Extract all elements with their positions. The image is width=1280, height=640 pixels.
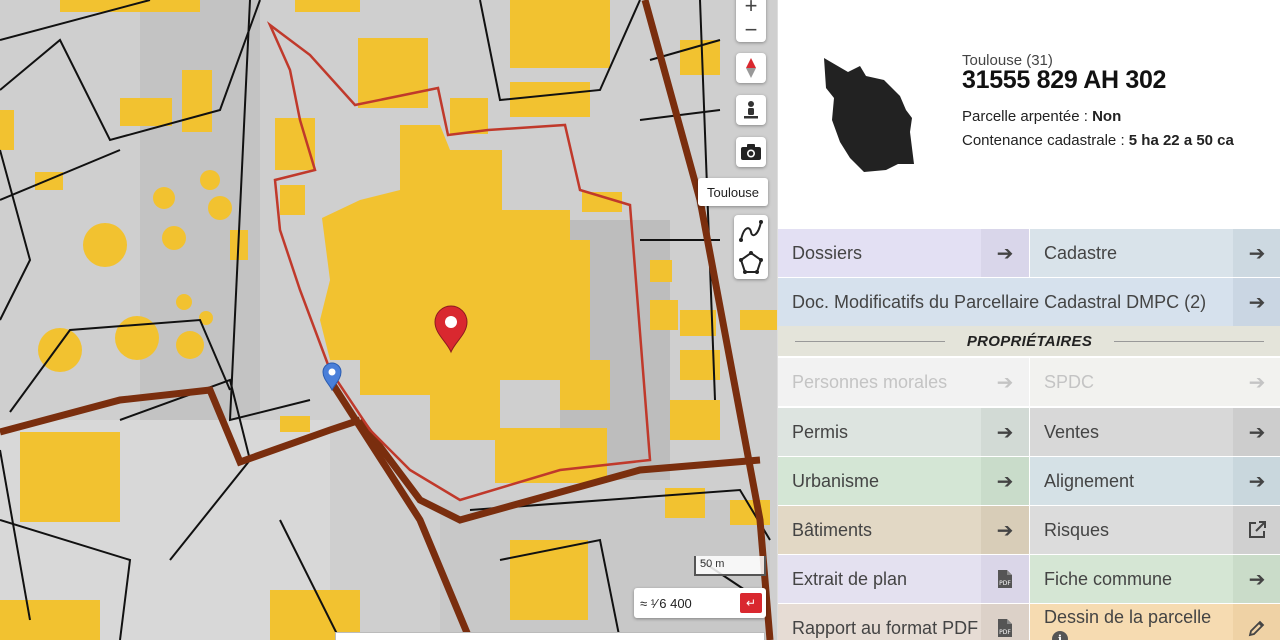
camera-icon: [741, 144, 761, 160]
menu-batiments-label: Bâtiments: [792, 519, 873, 540]
menu-ventes-label: Ventes: [1044, 421, 1100, 442]
menu-urbanisme-label: Urbanisme: [792, 470, 880, 491]
arrow-right-icon: ➔: [981, 229, 1029, 277]
section-proprietaires-label: PROPRIÉTAIRES: [966, 332, 1093, 350]
scale-apply-button[interactable]: ↵: [740, 593, 762, 613]
draw-line-icon[interactable]: [738, 218, 764, 244]
surveyed-value: Non: [1092, 108, 1122, 125]
map-canvas[interactable]: [0, 0, 777, 640]
menu-risques[interactable]: Risques: [1030, 506, 1280, 554]
menu-personnes-morales: Personnes morales ➔: [778, 358, 1029, 406]
arrow-right-icon: ➔: [981, 506, 1029, 554]
menu-permis-label: Permis: [792, 421, 849, 442]
scale-control: ≈ ¹⁄ ↵: [634, 588, 766, 618]
map-bottom-toolbar[interactable]: [335, 632, 765, 640]
pegman-icon: [744, 101, 758, 119]
surveyed-label: Parcelle arpentée :: [962, 108, 1093, 125]
menu-extrait-plan-label: Extrait de plan: [792, 568, 908, 589]
area-line: Contenance cadastrale : 5 ha 22 a 50 ca: [962, 132, 1234, 149]
parcel-info-panel: Toulouse (31) 31555 829 AH 302 Parcelle …: [777, 0, 1280, 640]
zoom-in-button[interactable]: +: [736, 0, 766, 18]
arrow-right-icon: ➔: [1233, 229, 1280, 277]
menu-dmpc[interactable]: Doc. Modificatifs du Parcellaire Cadastr…: [778, 278, 1280, 326]
menu-personnes-morales-label: Personnes morales: [792, 371, 948, 392]
menu-spdc: SPDC ➔: [1030, 358, 1280, 406]
menu-fiche-commune[interactable]: Fiche commune ➔: [1030, 555, 1280, 603]
zoom-control: + −: [736, 0, 766, 42]
menu-extrait-plan[interactable]: Extrait de plan PDF: [778, 555, 1029, 603]
parcel-id: 31555 829 AH 302: [962, 66, 1167, 94]
scale-input[interactable]: [659, 595, 722, 611]
pdf-file-icon: PDF: [981, 604, 1029, 640]
menu-alignement[interactable]: Alignement ➔: [1030, 457, 1280, 505]
scale-bar: 50 m: [694, 556, 766, 576]
arrow-right-icon: ➔: [981, 408, 1029, 456]
draw-tools: [734, 215, 768, 279]
info-icon[interactable]: i: [1052, 631, 1068, 640]
pdf-file-icon: PDF: [981, 555, 1029, 603]
menu-urbanisme[interactable]: Urbanisme ➔: [778, 457, 1029, 505]
street-view-button[interactable]: [736, 95, 766, 125]
zoom-out-button[interactable]: −: [736, 18, 766, 42]
scale-prefix: ≈ ¹⁄: [640, 595, 658, 611]
svg-text:PDF: PDF: [999, 629, 1011, 636]
menu-cadastre[interactable]: Cadastre ➔: [1030, 229, 1280, 277]
menu-dessin-parcelle-text: Dessin de la parcelle: [1044, 607, 1212, 627]
menu-rapport-pdf[interactable]: Rapport au format PDF PDF: [778, 604, 1029, 640]
menu-batiments[interactable]: Bâtiments ➔: [778, 506, 1029, 554]
svg-text:PDF: PDF: [999, 580, 1011, 587]
area-value: 5 ha 22 a 50 ca: [1128, 132, 1234, 149]
surveyed-line: Parcelle arpentée : Non: [962, 108, 1121, 125]
arrow-right-icon: ➔: [1233, 457, 1280, 505]
arrow-right-icon: ➔: [981, 457, 1029, 505]
draw-polygon-icon[interactable]: [738, 250, 764, 276]
arrow-right-icon: ➔: [996, 371, 1014, 394]
menu-dessin-parcelle[interactable]: Dessin de la parcelle i: [1030, 604, 1280, 640]
menu-dossiers-label: Dossiers: [792, 242, 863, 263]
menu-dossiers[interactable]: Dossiers ➔: [778, 229, 1029, 277]
menu-rapport-pdf-label: Rapport au format PDF: [792, 617, 979, 638]
external-link-icon: [1233, 506, 1280, 554]
city-label: Toulouse: [698, 178, 769, 206]
menu-ventes[interactable]: Ventes ➔: [1030, 408, 1280, 456]
menu-risques-label: Risques: [1044, 519, 1110, 540]
arrow-right-icon: ➔: [1233, 555, 1280, 603]
screenshot-button[interactable]: [736, 137, 766, 167]
compass-icon: [746, 58, 756, 78]
arrow-right-icon: ➔: [1233, 278, 1280, 326]
map-view[interactable]: + − Toulouse 50 m ≈ ¹⁄ 6 400 ↵: [0, 0, 777, 640]
north-compass-button[interactable]: [736, 53, 766, 83]
pencil-icon: [1233, 604, 1280, 640]
arrow-right-icon: ➔: [1248, 371, 1266, 394]
menu-cadastre-label: Cadastre: [1044, 242, 1118, 263]
menu-alignement-label: Alignement: [1044, 470, 1135, 491]
menu-permis[interactable]: Permis ➔: [778, 408, 1029, 456]
area-label: Contenance cadastrale :: [962, 132, 1129, 149]
parcel-header: Toulouse (31) 31555 829 AH 302 Parcelle …: [778, 10, 1280, 228]
section-proprietaires: PROPRIÉTAIRES: [778, 326, 1280, 356]
menu-dmpc-label: Doc. Modificatifs du Parcellaire Cadastr…: [792, 291, 1207, 312]
menu-dessin-parcelle-label: Dessin de la parcelle i: [1044, 607, 1233, 640]
menu-fiche-commune-label: Fiche commune: [1044, 568, 1173, 589]
menu-spdc-label: SPDC: [1044, 371, 1095, 392]
arrow-right-icon: ➔: [1233, 408, 1280, 456]
parcel-shape-icon: [824, 58, 914, 172]
